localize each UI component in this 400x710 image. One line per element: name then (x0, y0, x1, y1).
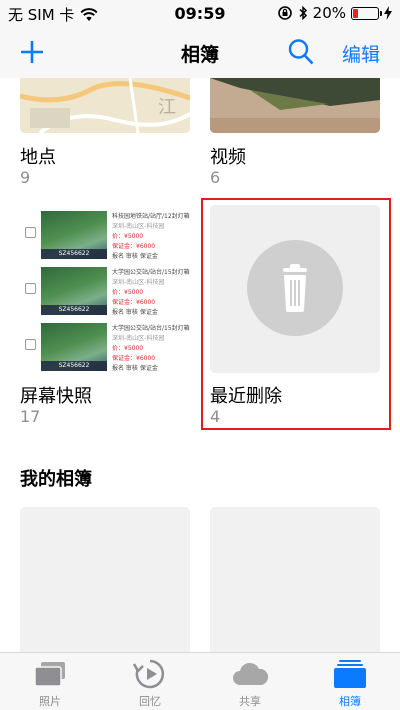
album-count-places: 9 (20, 168, 31, 187)
navigation-bar: 相簿 编辑 (0, 28, 400, 78)
tab-label-photos: 照片 (39, 695, 61, 708)
album-name-places: 地点 (20, 147, 56, 168)
status-bar: 无 SIM 卡 09:59 20% (0, 0, 400, 28)
memories-icon (132, 659, 165, 689)
listing-location: 深圳-南山区-科技园 (112, 223, 165, 230)
rotation-lock-icon (277, 6, 292, 20)
album-name-videos: 视频 (210, 147, 246, 168)
listing-text: 大学园公交站/站台/15封灯箱 深圳-南山区-科技园 价：¥5000 保证金：¥… (112, 324, 190, 373)
tab-albums[interactable]: 相簿 (300, 653, 400, 710)
listing-code: SZ456622 (41, 249, 107, 259)
checkbox-icon (25, 339, 36, 350)
listing-photo: SZ456622 (41, 267, 107, 315)
screenshot-list-item: SZ456622 大学园公交站/站台/15封灯箱 深圳-南山区-科技园 价：¥5… (20, 265, 190, 319)
screenshot-list-item: SZ456622 科技园地铁站/站厅/12封灯箱 深圳-南山区-科技园 价：¥5… (20, 209, 190, 263)
tab-label-memories: 回忆 (139, 695, 161, 708)
search-icon[interactable] (286, 36, 316, 68)
video-image (210, 78, 380, 133)
listing-code: SZ456622 (41, 361, 107, 371)
listing-deposit: 保证金：¥6000 (112, 355, 156, 362)
listing-location: 深圳-南山区-科技园 (112, 335, 165, 342)
listing-photo: SZ456622 (41, 323, 107, 371)
listing-text: 大学园公交站/站台/15封灯箱 深圳-南山区-科技园 价：¥5000 保证金：¥… (112, 268, 190, 318)
bluetooth-icon (299, 5, 307, 21)
listing-photo: SZ456622 (41, 211, 107, 259)
listing-title: 大学园公交站/站台/15封灯箱 (112, 269, 190, 276)
tab-memories[interactable]: 回忆 (100, 653, 200, 710)
listing-location: 深圳-南山区-科技园 (112, 279, 165, 286)
listing-tags: 报名 审核 保证金 (112, 365, 158, 372)
my-album-thumbnail[interactable] (210, 507, 380, 652)
listing-text: 科技园地铁站/站厅/12封灯箱 深圳-南山区-科技园 价：¥5000 保证金：¥… (112, 212, 190, 262)
listing-price: 价：¥5000 (112, 233, 144, 240)
edit-button[interactable]: 编辑 (342, 40, 380, 67)
album-thumbnail-places[interactable]: 江 (20, 78, 190, 133)
listing-tags: 报名 审核 保证金 (112, 253, 158, 260)
listing-title: 大学园公交站/站台/15封灯箱 (112, 325, 190, 332)
map-image: 江 (20, 78, 190, 133)
tab-label-shared: 共享 (239, 695, 261, 708)
checkbox-icon (25, 227, 36, 238)
listing-price: 价：¥5000 (112, 345, 144, 352)
album-thumbnail-videos[interactable] (210, 78, 380, 133)
listing-tags: 报名 审核 保证金 (112, 309, 158, 316)
screenshot-list-item: SZ456622 大学园公交站/站台/15封灯箱 深圳-南山区-科技园 价：¥5… (20, 321, 190, 373)
my-album-thumbnail[interactable] (20, 507, 190, 652)
tab-label-albums: 相簿 (339, 695, 361, 708)
battery-fill (353, 8, 358, 18)
tab-bar: 照片 回忆 共享 相簿 (0, 652, 400, 710)
listing-price: 价：¥5000 (112, 289, 144, 296)
album-thumbnail-screenshots[interactable]: SZ456622 科技园地铁站/站厅/12封灯箱 深圳-南山区-科技园 价：¥5… (20, 205, 190, 373)
album-count-videos: 6 (210, 168, 221, 187)
albums-icon (334, 660, 366, 688)
tab-photos[interactable]: 照片 (0, 653, 100, 710)
tab-shared[interactable]: 共享 (200, 653, 300, 710)
charging-bolt-icon (384, 6, 392, 20)
photos-icon (34, 662, 65, 687)
status-right: 20% (277, 4, 392, 22)
listing-title: 科技园地铁站/站厅/12封灯箱 (112, 213, 190, 220)
map-label-text: 江 (158, 97, 176, 118)
highlight-annotation-box (201, 198, 391, 430)
listing-deposit: 保证金：¥6000 (112, 243, 156, 250)
album-name-screenshots: 屏幕快照 (20, 386, 92, 407)
cloud-icon (233, 662, 269, 685)
battery-percent: 20% (312, 4, 346, 22)
album-count-screenshots: 17 (20, 407, 41, 426)
listing-code: SZ456622 (41, 305, 107, 315)
listing-deposit: 保证金：¥6000 (112, 299, 156, 306)
page-title: 相簿 (180, 44, 219, 66)
my-albums-heading: 我的相簿 (20, 469, 92, 490)
checkbox-icon (25, 283, 36, 294)
battery-icon (351, 6, 382, 20)
